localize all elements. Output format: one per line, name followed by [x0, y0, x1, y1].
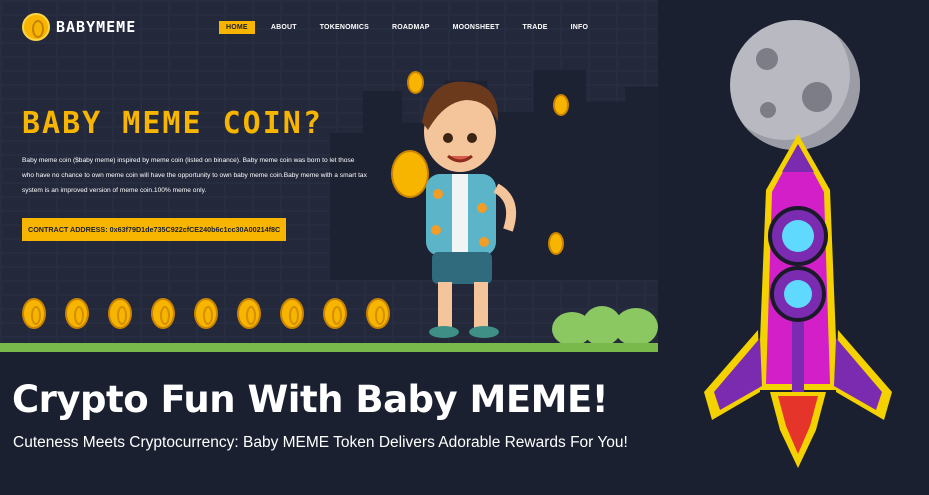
nav-menu: HOME ABOUT TOKENOMICS ROADMAP MOONSHEET … — [219, 21, 604, 34]
coin-icon — [237, 298, 261, 329]
coin-icon — [22, 13, 50, 41]
hero-title: BABY MEME COIN? — [22, 106, 323, 141]
bush — [614, 308, 658, 346]
nav-item-tokenomics[interactable]: TOKENOMICS — [313, 21, 376, 34]
banner-headline: Crypto Fun With Baby MEME! — [12, 378, 609, 421]
coin-icon — [548, 232, 564, 255]
coin-icon — [194, 298, 218, 329]
coin-icon — [65, 298, 89, 329]
coin-icon — [151, 298, 175, 329]
coin-icon — [280, 298, 304, 329]
coin-row — [22, 298, 390, 329]
rocket-icon — [704, 134, 892, 468]
coin-icon — [553, 94, 569, 116]
grass-ground — [0, 343, 658, 352]
contract-address-button[interactable]: CONTRACT ADDRESS: 0x63f79D1de735C922cfCE… — [22, 218, 287, 241]
logo-text: BABYMEME — [56, 18, 137, 36]
nav-item-moonsheet[interactable]: MOONSHEET — [446, 21, 507, 34]
nav-item-roadmap[interactable]: ROADMAP — [385, 21, 437, 34]
coin-icon — [22, 298, 46, 329]
nav-item-trade[interactable]: TRADE — [516, 21, 555, 34]
moon-crater — [756, 48, 778, 70]
website-screenshot: BABYMEME HOME ABOUT TOKENOMICS ROADMAP M… — [0, 0, 658, 352]
nav-item-about[interactable]: ABOUT — [264, 21, 304, 34]
top-nav: BABYMEME HOME ABOUT TOKENOMICS ROADMAP M… — [0, 0, 658, 56]
moon-crater — [760, 102, 776, 118]
moon-crater — [802, 82, 832, 112]
coin-icon — [323, 298, 347, 329]
hero-description: Baby meme coin ($baby meme) inspired by … — [22, 157, 367, 194]
nav-item-home[interactable]: HOME — [219, 21, 255, 34]
coin-icon — [366, 298, 390, 329]
logo[interactable]: BABYMEME — [22, 13, 136, 41]
coin-icon — [108, 298, 132, 329]
boy-illustration — [422, 81, 516, 338]
nav-item-info[interactable]: INFO — [564, 21, 596, 34]
banner-subline: Cuteness Meets Cryptocurrency: Baby MEME… — [13, 434, 628, 451]
